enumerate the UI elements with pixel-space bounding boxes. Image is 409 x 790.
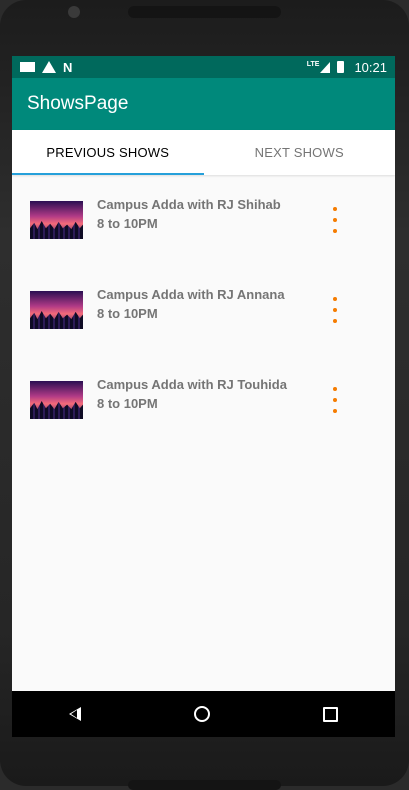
shows-list: Campus Adda with RJ Shihab 8 to 10PM Cam… (12, 175, 395, 445)
recents-icon[interactable] (323, 706, 339, 722)
tab-next-shows[interactable]: NEXT SHOWS (204, 130, 396, 175)
status-bar: N LTE 10:21 (12, 56, 395, 78)
show-title: Campus Adda with RJ Annana (97, 287, 285, 302)
navigation-bar (12, 691, 395, 737)
front-camera (68, 6, 80, 18)
more-vert-icon[interactable] (330, 297, 340, 323)
tab-previous-shows[interactable]: PREVIOUS SHOWS (12, 130, 204, 175)
show-title: Campus Adda with RJ Shihab (97, 197, 281, 212)
notification-rect-icon (20, 62, 35, 72)
more-vert-icon[interactable] (330, 387, 340, 413)
show-thumbnail (30, 381, 83, 419)
device-frame: N LTE 10:21 ShowsPage PREVIOUS SHOWS NEX… (0, 0, 409, 790)
warning-icon (42, 61, 56, 73)
list-item[interactable]: Campus Adda with RJ Shihab 8 to 10PM (12, 175, 395, 265)
show-time: 8 to 10PM (97, 306, 158, 321)
show-thumbnail (30, 201, 83, 239)
screen: N LTE 10:21 ShowsPage PREVIOUS SHOWS NEX… (12, 56, 395, 737)
show-title: Campus Adda with RJ Touhida (97, 377, 287, 392)
app-bar: ShowsPage (12, 78, 395, 130)
bottom-speaker (128, 780, 281, 790)
show-time: 8 to 10PM (97, 396, 158, 411)
show-thumbnail (30, 291, 83, 329)
list-item[interactable]: Campus Adda with RJ Annana 8 to 10PM (12, 265, 395, 355)
list-item[interactable]: Campus Adda with RJ Touhida 8 to 10PM (12, 355, 395, 445)
n-icon: N (63, 59, 73, 75)
signal-icon (320, 61, 331, 73)
tab-bar: PREVIOUS SHOWS NEXT SHOWS (12, 130, 395, 175)
lte-label: LTE (306, 60, 320, 68)
status-time: 10:21 (354, 59, 387, 75)
home-icon[interactable] (193, 706, 210, 722)
more-vert-icon[interactable] (330, 207, 340, 233)
earpiece-speaker (128, 6, 281, 18)
show-time: 8 to 10PM (97, 216, 158, 231)
app-title: ShowsPage (27, 93, 129, 114)
back-icon[interactable] (68, 707, 81, 721)
battery-icon (337, 61, 345, 73)
